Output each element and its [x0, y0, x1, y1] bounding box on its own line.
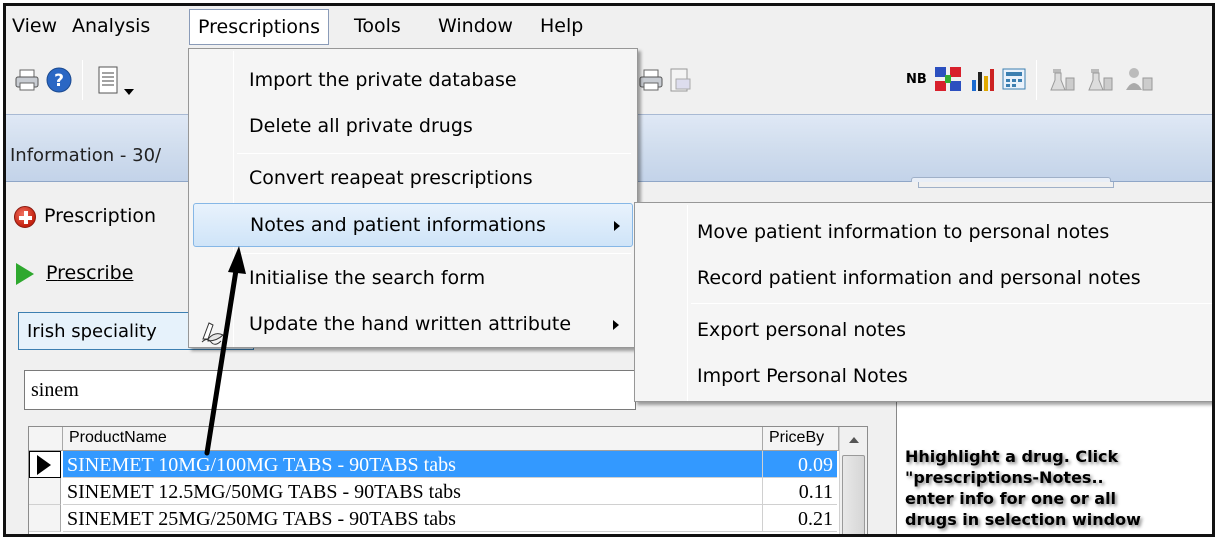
table-row[interactable]: SINEMET 10MG/100MG TABS - 90TABS tabs 0.…	[29, 451, 867, 478]
row-product-name: SINEMET 25MG/250MG TABS - 90TABS tabs	[63, 505, 763, 532]
menu-item-label: Update the hand written attribute	[249, 313, 572, 335]
scroll-thumb[interactable]	[842, 455, 865, 534]
toolbar-separator	[82, 60, 83, 100]
submenu-item-export-personal-notes[interactable]: Export personal notes	[697, 319, 906, 341]
menu-item-label: Convert reapeat prescriptions	[249, 167, 533, 189]
annotation-line: drugs in selection window	[905, 510, 1141, 529]
calculator-icon[interactable]	[1002, 67, 1026, 96]
column-header-priceby[interactable]: PriceBy	[763, 427, 839, 451]
app-window: View Analysis Prescriptions Tools Window…	[3, 3, 1215, 537]
menu-help[interactable]: Help	[540, 15, 583, 37]
grid-scrollbar[interactable]	[839, 427, 867, 534]
flask-person-icon[interactable]	[1124, 66, 1154, 99]
menu-item-label: Delete all private drugs	[249, 115, 473, 137]
toolbar-separator	[1036, 60, 1037, 100]
row-price: 0.21	[763, 505, 837, 532]
menu-separator	[237, 153, 631, 154]
menu-window[interactable]: Window	[438, 15, 513, 37]
svg-text:?: ?	[54, 71, 64, 91]
bar-chart-icon[interactable]	[970, 66, 996, 97]
row-product-name: SINEMET 10MG/100MG TABS - 90TABS tabs	[63, 451, 763, 478]
menu-bar: View Analysis Prescriptions Tools Window…	[6, 6, 1212, 46]
menu-analysis[interactable]: Analysis	[72, 15, 150, 37]
printer-icon[interactable]	[14, 68, 40, 97]
submenu-item-record-patient-info[interactable]: Record patient information and personal …	[697, 267, 1141, 289]
submenu-item-move-patient-info[interactable]: Move patient information to personal not…	[697, 221, 1109, 243]
menu-item-delete-private-drugs[interactable]: Delete all private drugs	[193, 107, 633, 147]
menu-tools[interactable]: Tools	[354, 15, 401, 37]
prescriptions-menu: Import the private database Delete all p…	[188, 48, 638, 348]
annotation-line: "prescriptions-Notes..	[905, 468, 1104, 487]
menu-gutter	[687, 205, 688, 401]
submenu-arrow-icon	[614, 221, 620, 231]
table-row[interactable]: SINEMET 12.5MG/50MG TABS - 90TABS tabs 0…	[29, 478, 867, 505]
dropdown-arrow-icon[interactable]	[124, 78, 134, 100]
menu-item-import-private-database[interactable]: Import the private database	[193, 61, 633, 101]
row-indicator	[29, 478, 61, 505]
grid-corner	[29, 427, 63, 451]
signature-hand-icon	[199, 317, 227, 350]
menu-item-initialise-search-form[interactable]: Initialise the search form	[193, 259, 633, 299]
row-indicator	[29, 505, 61, 532]
annotation-text: Hhighlight a drug. Click "prescriptions-…	[905, 446, 1205, 530]
menu-item-convert-repeat-prescriptions[interactable]: Convert reapeat prescriptions	[193, 159, 633, 199]
notes-submenu: Move patient information to personal not…	[634, 202, 1212, 402]
row-price: 0.09	[763, 451, 837, 478]
menu-item-label: Import the private database	[249, 69, 517, 91]
submenu-arrow-icon	[613, 320, 619, 330]
menu-item-label: Initialise the search form	[249, 267, 486, 289]
flask-icon[interactable]	[1050, 66, 1076, 99]
document-icon[interactable]	[98, 66, 118, 99]
menu-item-update-hand-written[interactable]: Update the hand written attribute	[193, 305, 633, 345]
window-title: Information - 30/	[10, 145, 162, 166]
table-row[interactable]: SINEMET 25MG/250MG TABS - 90TABS tabs 0.…	[29, 505, 867, 532]
drug-search-input[interactable]: sinem	[24, 370, 636, 410]
menu-separator	[237, 253, 631, 254]
flask-icon[interactable]	[1088, 66, 1114, 99]
drug-grid: ProductName PriceBy SINEMET 10MG/100MG T…	[28, 426, 868, 534]
menu-item-notes-patient-informations[interactable]: Notes and patient informations	[193, 203, 633, 247]
grid-header: ProductName PriceBy	[29, 427, 867, 451]
prescribe-label: Prescribe	[46, 262, 134, 284]
menu-item-label: Notes and patient informations	[250, 214, 546, 236]
menu-prescriptions[interactable]: Prescriptions	[189, 9, 329, 45]
submenu-item-import-personal-notes[interactable]: Import Personal Notes	[697, 365, 908, 387]
printer-icon[interactable]	[638, 68, 664, 97]
play-icon	[16, 263, 34, 285]
row-product-name: SINEMET 12.5MG/50MG TABS - 90TABS tabs	[63, 478, 763, 505]
help-icon[interactable]: ?	[46, 67, 72, 98]
preview-icon[interactable]	[668, 67, 692, 98]
menu-separator	[691, 303, 1212, 304]
nb-icon[interactable]: NB	[906, 72, 927, 87]
annotation-line: enter info for one or all	[905, 489, 1117, 508]
prescription-plus-icon	[14, 206, 36, 228]
row-indicator-icon	[29, 451, 61, 478]
annotation-line: Hhighlight a drug. Click	[905, 447, 1119, 466]
cross-grid-icon[interactable]	[934, 66, 962, 97]
column-header-productname[interactable]: ProductName	[63, 427, 763, 451]
prescription-header: Prescription	[44, 205, 157, 227]
info-panel: Hhighlight a drug. Click "prescriptions-…	[896, 394, 1212, 534]
panel-frame	[918, 182, 1114, 188]
row-price: 0.11	[763, 478, 837, 505]
scroll-up-icon[interactable]	[849, 437, 859, 443]
menu-view[interactable]: View	[12, 15, 57, 37]
